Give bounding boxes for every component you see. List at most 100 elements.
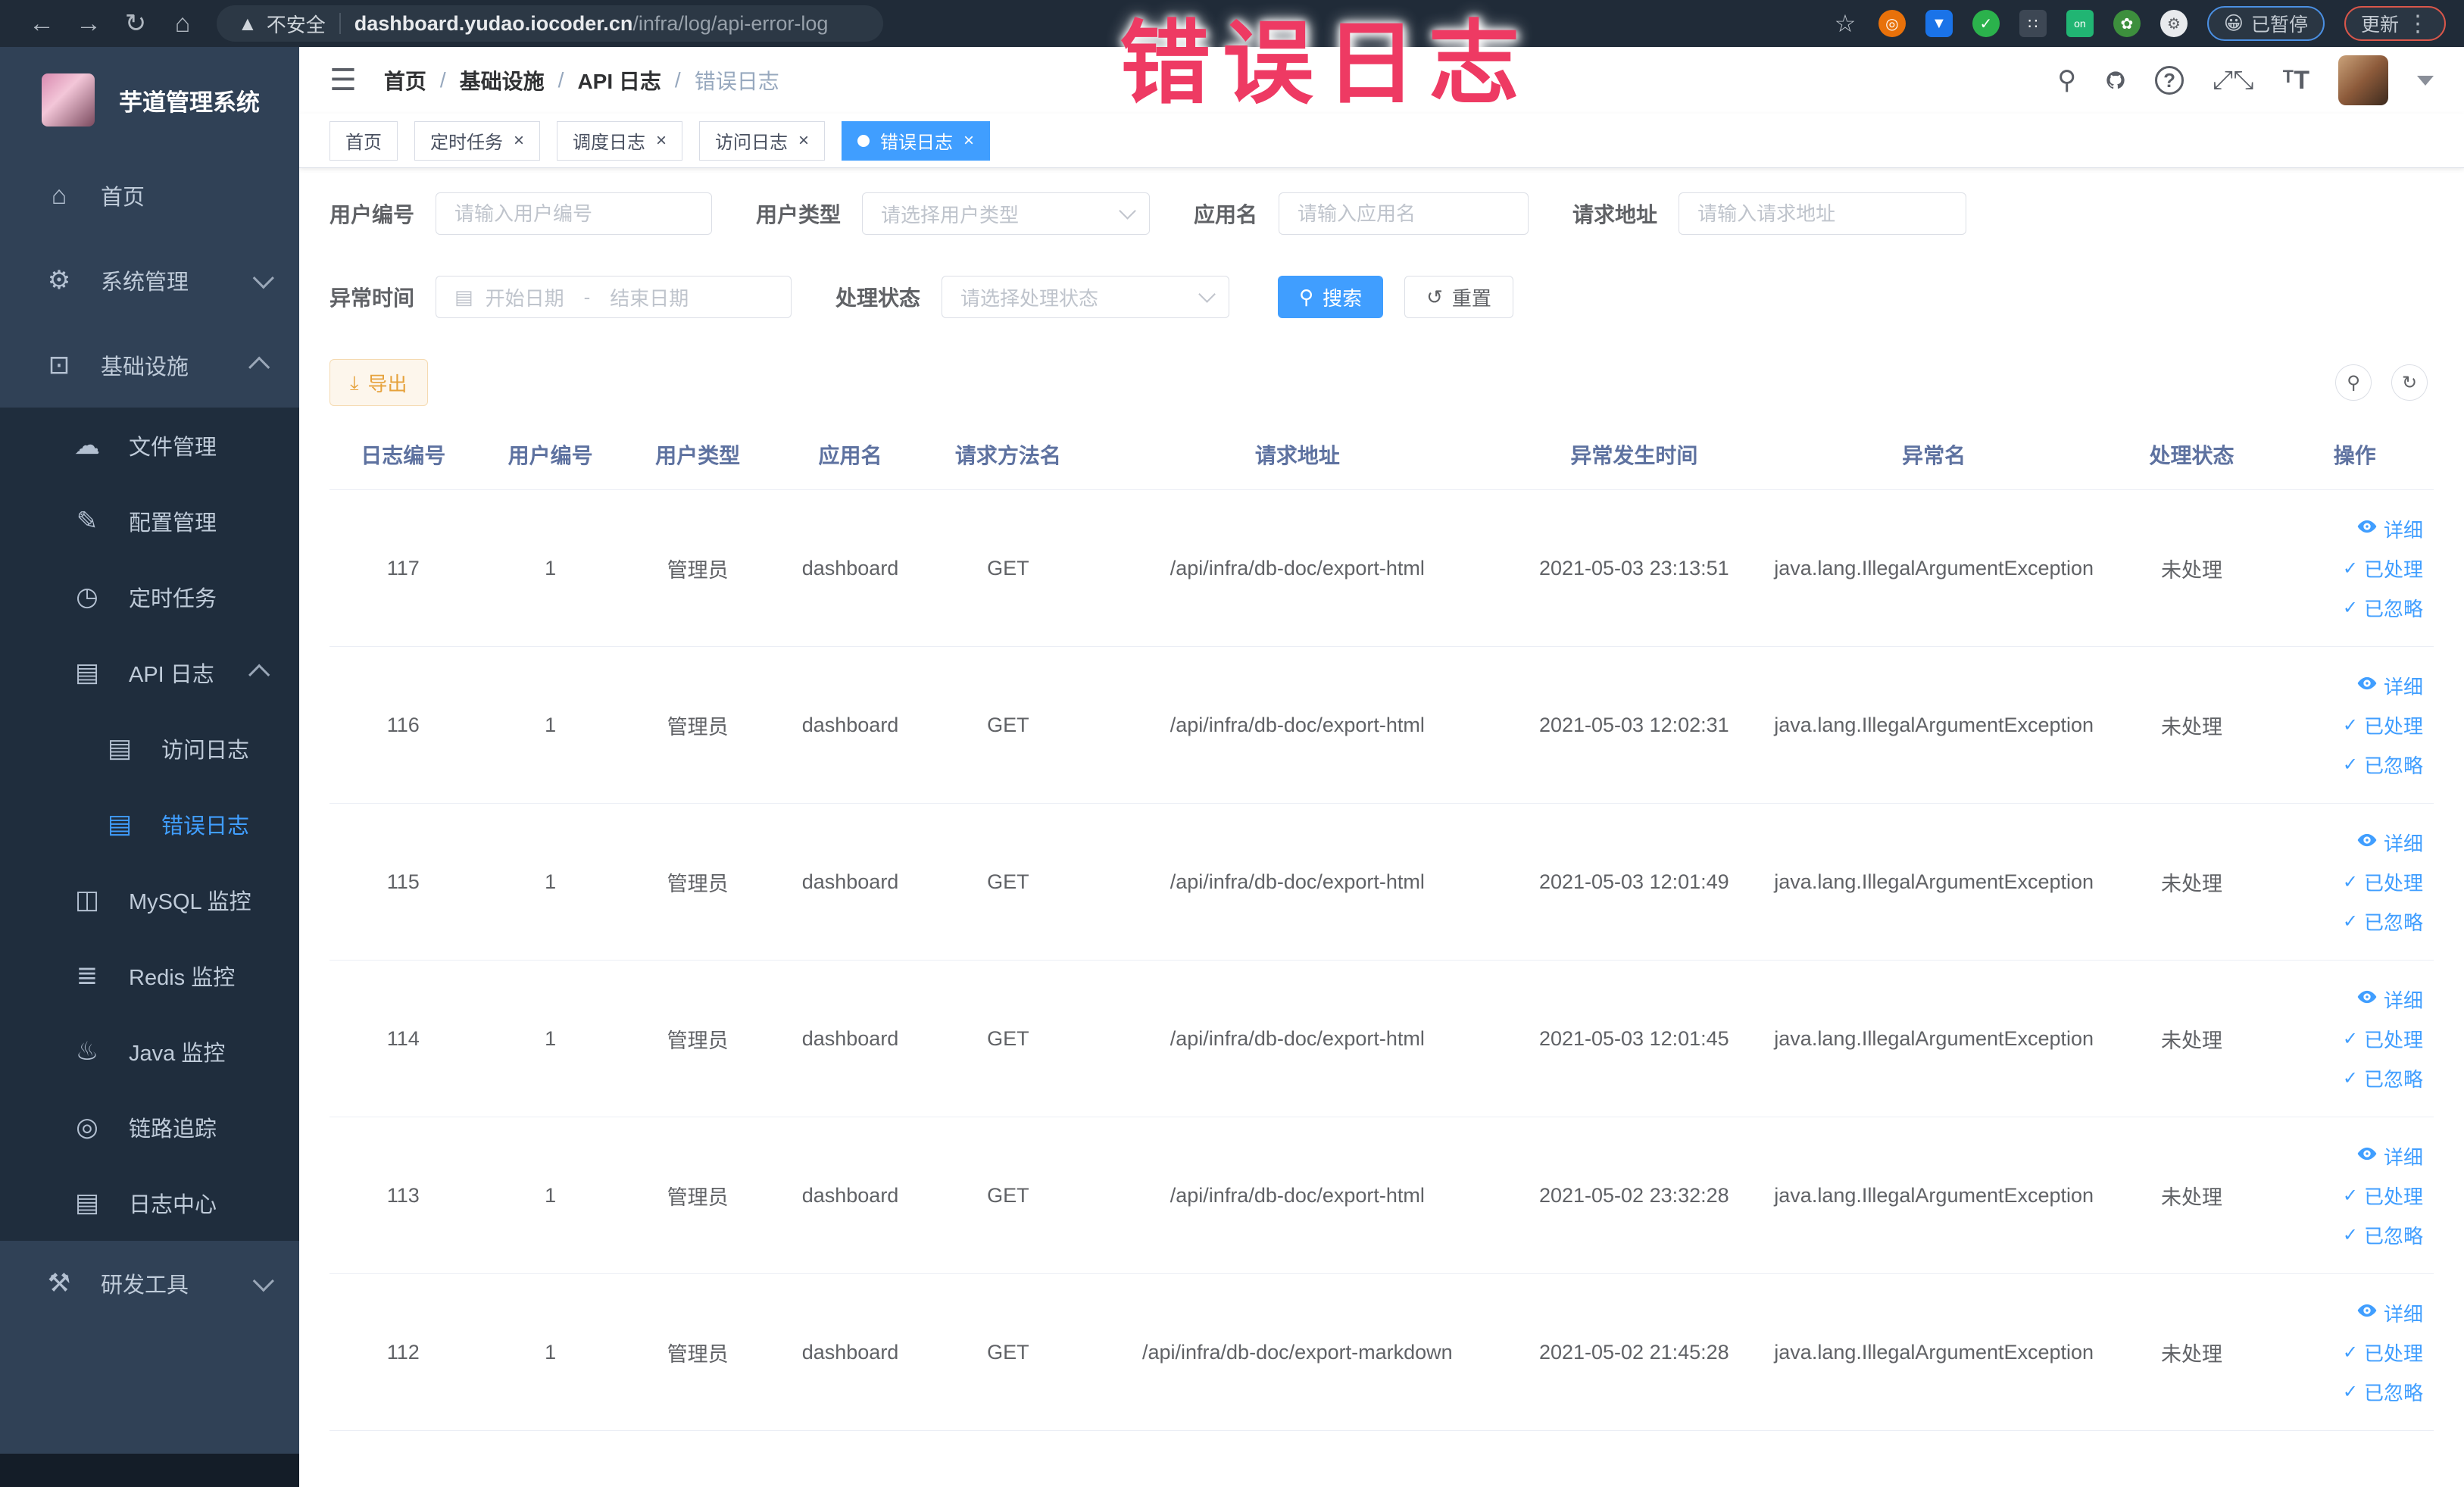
extension-icon-orange[interactable]: ◎ bbox=[1878, 10, 1906, 37]
request-url-input[interactable] bbox=[1679, 192, 1967, 235]
search-icon[interactable]: ⚲ bbox=[2057, 65, 2076, 95]
reset-button[interactable]: ↺ 重置 bbox=[1404, 276, 1513, 318]
action-detail-link[interactable]: 详细 bbox=[2281, 829, 2423, 857]
sidebar-item-api-log[interactable]: ▤ API 日志 bbox=[0, 635, 299, 711]
app-name-field[interactable] bbox=[1298, 201, 1510, 226]
tab-close-icon[interactable]: × bbox=[963, 131, 974, 150]
app-name-input[interactable] bbox=[1279, 192, 1529, 235]
action-ignored-link[interactable]: ✓ 已忽略 bbox=[2281, 751, 2423, 779]
user-avatar[interactable] bbox=[2338, 55, 2388, 105]
action-detail-link[interactable]: 详细 bbox=[2281, 986, 2423, 1014]
action-label: 详细 bbox=[2383, 518, 2423, 542]
sidebar-item-trace[interactable]: ◎ 链路追踪 bbox=[0, 1089, 299, 1165]
api-log-icon: ▤ bbox=[74, 658, 100, 687]
date-range-picker[interactable]: ▤ 开始日期 - 结束日期 bbox=[436, 276, 792, 318]
user-menu-caret-icon[interactable] bbox=[2417, 75, 2434, 86]
help-icon[interactable]: ? bbox=[2155, 66, 2184, 95]
action-ignored-link[interactable]: ✓ 已忽略 bbox=[2281, 1064, 2423, 1092]
sidebar-item-mysql-monitor[interactable]: ◫ MySQL 监控 bbox=[0, 862, 299, 938]
sidebar-item-access-log[interactable]: ▤ 访问日志 bbox=[0, 711, 299, 786]
extension-icon-grid[interactable]: ∷ bbox=[2019, 10, 2047, 37]
extension-icon-blue-shield[interactable]: ▼ bbox=[1925, 10, 1953, 37]
action-ignored-link[interactable]: ✓ 已忽略 bbox=[2281, 1221, 2423, 1249]
action-detail-link[interactable]: 详细 bbox=[2281, 1299, 2423, 1327]
user-id-field[interactable] bbox=[454, 201, 694, 226]
table-row: 117 1 管理员 dashboard GET/api/infra/db-doc/exp… bbox=[329, 489, 2434, 647]
paused-chip[interactable]: 😀 已暂停 bbox=[2206, 6, 2325, 41]
breadcrumb-item[interactable]: 首页 bbox=[384, 65, 426, 95]
sidebar-item-redis-monitor[interactable]: ≣ Redis 监控 bbox=[0, 938, 299, 1014]
reload-icon[interactable]: ↻ bbox=[112, 8, 159, 39]
sidebar-toggle-icon[interactable]: ☰ bbox=[329, 63, 357, 98]
fullscreen-icon[interactable]: ⤢⤡ bbox=[2213, 66, 2253, 95]
tab-access-log[interactable]: 访问日志 × bbox=[699, 120, 826, 161]
sidebar-item-error-log[interactable]: ▤ 错误日志 bbox=[0, 786, 299, 862]
address-bar[interactable]: ▲ 不安全 dashboard.yudao.iocoder.cn /infra/… bbox=[217, 5, 883, 42]
bookmark-star-icon[interactable]: ☆ bbox=[1832, 10, 1859, 37]
tab-close-icon[interactable]: × bbox=[798, 131, 809, 150]
tab-close-icon[interactable]: × bbox=[656, 131, 667, 150]
sidebar-item-java-monitor[interactable]: ♨ Java 监控 bbox=[0, 1014, 299, 1089]
action-ignored-link[interactable]: ✓ 已忽略 bbox=[2281, 908, 2423, 936]
extensions-puzzle-icon[interactable]: ⚙ bbox=[2160, 10, 2188, 37]
sidebar-item-label: 研发工具 bbox=[101, 1273, 189, 1298]
extension-icon-green-check[interactable]: ✓ bbox=[1972, 10, 2000, 37]
action-processed-link[interactable]: ✓ 已处理 bbox=[2281, 1339, 2423, 1367]
action-label: 已处理 bbox=[2363, 714, 2423, 738]
breadcrumb-item[interactable]: API 日志 bbox=[577, 65, 661, 95]
extension-icon-on-badge[interactable]: on bbox=[2066, 10, 2094, 37]
font-size-icon[interactable]: ᵀT bbox=[2283, 66, 2310, 95]
tab-schedule-log[interactable]: 调度日志 × bbox=[557, 120, 683, 161]
github-icon[interactable] bbox=[2105, 70, 2126, 91]
url-separator bbox=[339, 13, 341, 34]
back-icon[interactable]: ← bbox=[18, 9, 65, 39]
action-processed-link[interactable]: ✓ 已处理 bbox=[2281, 1182, 2423, 1210]
action-detail-link[interactable]: 详细 bbox=[2281, 1142, 2423, 1170]
tab-label: 定时任务 bbox=[430, 133, 503, 153]
breadcrumb-item[interactable]: 基础设施 bbox=[460, 65, 545, 95]
export-button[interactable]: ⤓ 导出 bbox=[329, 359, 428, 406]
action-label: 已处理 bbox=[2363, 1185, 2423, 1208]
log-id-cell: 114 bbox=[329, 960, 477, 1117]
action-processed-link[interactable]: ✓ 已处理 bbox=[2281, 1025, 2423, 1053]
action-ignored-link[interactable]: ✓ 已忽略 bbox=[2281, 594, 2423, 622]
security-label[interactable]: 不安全 bbox=[267, 10, 326, 38]
user-id-input[interactable] bbox=[436, 192, 713, 235]
sidebar-item-infra[interactable]: ⊡ 基础设施 bbox=[0, 323, 299, 408]
exception-name-cell: java.lang.IllegalArgumentException bbox=[1760, 646, 2108, 804]
action-detail-link[interactable]: 详细 bbox=[2281, 672, 2423, 700]
tab-scheduled-task[interactable]: 定时任务 × bbox=[414, 120, 541, 161]
sidebar-item-system-mgmt[interactable]: ⚙ 系统管理 bbox=[0, 238, 299, 323]
extension-icon-leaf[interactable]: ✿ bbox=[2113, 10, 2141, 37]
update-chip[interactable]: 更新 ⋮ bbox=[2344, 6, 2446, 41]
user-type-select[interactable]: 请选择用户类型 bbox=[862, 192, 1151, 235]
action-detail-link[interactable]: 详细 bbox=[2281, 515, 2423, 543]
search-button[interactable]: ⚲ 搜索 bbox=[1278, 276, 1384, 318]
sidebar-item-file-mgmt[interactable]: ☁ 文件管理 bbox=[0, 408, 299, 483]
action-ignored-link[interactable]: ✓ 已忽略 bbox=[2281, 1378, 2423, 1406]
home-nav-icon[interactable]: ⌂ bbox=[159, 9, 206, 39]
refresh-table-button[interactable]: ↻ bbox=[2391, 364, 2428, 401]
tab-label: 错误日志 bbox=[880, 133, 954, 153]
request-url-field[interactable] bbox=[1697, 201, 1948, 226]
sidebar-item-dev-tools[interactable]: ⚒ 研发工具 bbox=[0, 1241, 299, 1326]
sidebar-item-config-mgmt[interactable]: ✎ 配置管理 bbox=[0, 483, 299, 559]
action-processed-link[interactable]: ✓ 已处理 bbox=[2281, 711, 2423, 739]
status-cell: 未处理 bbox=[2107, 803, 2276, 961]
tab-error-log[interactable]: 错误日志 × bbox=[842, 120, 991, 161]
status-select[interactable]: 请选择处理状态 bbox=[942, 276, 1230, 318]
toggle-search-button[interactable]: ⚲ bbox=[2335, 364, 2372, 401]
forward-icon[interactable]: → bbox=[65, 9, 112, 39]
sidebar-item-log-center[interactable]: ▤ 日志中心 bbox=[0, 1165, 299, 1241]
tab-home[interactable]: 首页 bbox=[329, 120, 398, 161]
action-processed-link[interactable]: ✓ 已处理 bbox=[2281, 868, 2423, 896]
action-label: 详细 bbox=[2383, 1145, 2423, 1169]
request-url-cell: /api/infra/db-doc/export-html bbox=[1087, 1117, 1508, 1274]
sidebar-item-home[interactable]: ⌂ 首页 bbox=[0, 153, 299, 238]
tab-close-icon[interactable]: × bbox=[514, 131, 524, 150]
table-row: 113 1 管理员 dashboard GET/api/infra/db-doc/exp… bbox=[329, 1117, 2434, 1274]
java-icon: ♨ bbox=[75, 1037, 99, 1066]
security-warning-icon[interactable]: ▲ bbox=[238, 12, 258, 36]
sidebar-item-scheduled-task[interactable]: ◷ 定时任务 bbox=[0, 559, 299, 635]
action-processed-link[interactable]: ✓ 已处理 bbox=[2281, 555, 2423, 583]
